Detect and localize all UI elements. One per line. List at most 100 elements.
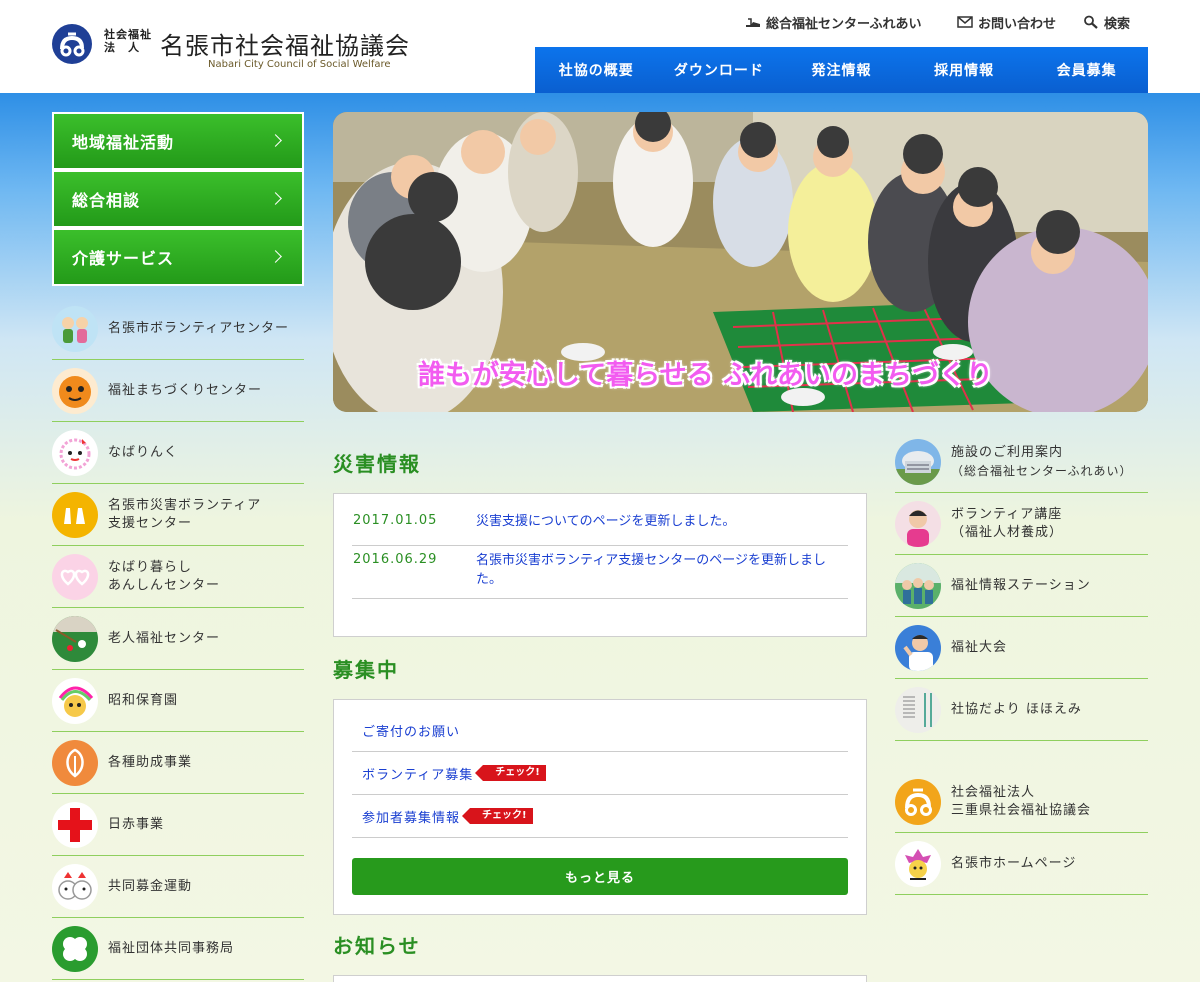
util-link-fureai-label: 総合福祉センターふれあい — [766, 16, 922, 32]
menu-consultation-label: 総合相談 — [72, 191, 141, 210]
left-link-label: 名張市ボランティアセンター — [108, 320, 289, 336]
council-logo-icon[interactable] — [52, 24, 92, 64]
right-link-welfare-convention[interactable]: 福祉大会 — [895, 617, 1148, 679]
nav-item-orders[interactable]: 発注情報 — [780, 47, 903, 93]
chevron-right-icon — [269, 134, 282, 147]
left-link-nabarink[interactable]: なばりんく — [52, 422, 304, 484]
chevron-right-icon — [269, 250, 282, 263]
mie-council-logo-icon — [895, 778, 941, 825]
recruit-link[interactable]: ボランティア募集 — [362, 764, 473, 783]
right-link-label-line2: 三重県社会福祉協議会 — [951, 802, 1092, 818]
city-mascot-icon — [895, 840, 941, 887]
nav-item-download[interactable]: ダウンロード — [658, 47, 781, 93]
util-link-contact-label: お問い合わせ — [978, 16, 1057, 32]
news-item[interactable]: 2016.06.29 名張市災害ボランティア支援センターのページを更新しました。 — [352, 546, 848, 599]
right-link-label-line1: 社会福祉法人 — [951, 784, 1036, 800]
right-link-info-station[interactable]: 福祉情報ステーション — [895, 555, 1148, 617]
left-link-label: 福祉団体共同事務局 — [108, 940, 235, 956]
recruit-item-donation[interactable]: ご寄付のお願い — [352, 709, 848, 752]
left-link-label-line2: あんしんセンター — [108, 577, 221, 593]
hero-caption: 誰もが安心して暮らせる ふれあいのまちづくり — [418, 360, 994, 391]
gloves-icon — [52, 491, 98, 538]
left-link-showa-nursery[interactable]: 昭和保育園 — [52, 670, 304, 732]
news-link[interactable]: 災害支援についてのページを更新しました。 — [476, 512, 846, 531]
speaker-photo-icon — [895, 624, 941, 671]
right-link-label: 福祉大会 — [951, 639, 1008, 655]
left-link-label: 共同募金運動 — [108, 878, 193, 894]
util-link-fureai[interactable]: 総合福祉センターふれあい — [745, 12, 921, 32]
billiards-icon — [52, 615, 98, 662]
menu-consultation[interactable]: 総合相談 — [52, 170, 304, 228]
left-link-label-line1: なばり暮らし — [108, 559, 193, 575]
sprout-icon — [52, 739, 98, 786]
recruit-section-title: 募集中 — [333, 658, 399, 682]
right-link-newsletter[interactable]: 社協だより ほほえみ — [895, 679, 1148, 741]
right-link-label: 社協だより ほほえみ — [951, 701, 1082, 717]
orange-mascot-icon — [52, 367, 98, 414]
recruit-item-volunteer[interactable]: ボランティア募集 チェック! — [352, 752, 848, 795]
util-link-contact[interactable]: お問い合わせ — [957, 12, 1056, 32]
more-button[interactable]: もっと見る — [352, 858, 848, 895]
group-photo-icon — [895, 562, 941, 609]
right-link-facility-guide[interactable]: 施設のご利用案内 （総合福祉センターふれあい） — [895, 431, 1148, 493]
nabarink-mascot-icon — [52, 429, 98, 476]
search-icon — [1083, 15, 1099, 29]
notice-section-title: お知らせ — [333, 934, 421, 958]
lecturer-photo-icon — [895, 500, 941, 547]
global-nav: 社協の概要 ダウンロード 発注情報 採用情報 会員募集 — [535, 47, 1148, 93]
left-link-label: 福祉まちづくりセンター — [108, 382, 263, 398]
shoe-icon — [745, 15, 761, 29]
util-link-search-label: 検索 — [1104, 16, 1131, 32]
right-link-volunteer-course[interactable]: ボランティア講座 （福祉人材養成） — [895, 493, 1148, 555]
left-link-label-line1: 名張市災害ボランティア — [108, 497, 262, 513]
left-link-volunteer-center[interactable]: 名張市ボランティアセンター — [52, 298, 304, 360]
corp-type-line1: 社会福祉 — [104, 28, 152, 41]
left-link-label: なばりんく — [108, 444, 179, 460]
right-link-label: 福祉情報ステーション — [951, 577, 1091, 593]
left-link-machizukuri-center[interactable]: 福祉まちづくりセンター — [52, 360, 304, 422]
corp-type-label: 社会福祉 法 人 — [104, 28, 152, 54]
recruit-link[interactable]: ご寄付のお願い — [362, 721, 460, 740]
left-link-label-line2: 支援センター — [108, 515, 193, 531]
nav-item-about[interactable]: 社協の概要 — [535, 47, 658, 93]
recruit-box: ご寄付のお願い ボランティア募集 チェック! 参加者募集情報 チェック! もっと… — [333, 699, 867, 915]
recruit-link[interactable]: 参加者募集情報 — [362, 807, 460, 826]
chevron-right-icon — [269, 192, 282, 205]
news-link[interactable]: 名張市災害ボランティア支援センターのページを更新しました。 — [476, 551, 846, 589]
news-item[interactable]: 2017.01.05 災害支援についてのページを更新しました。 — [352, 494, 848, 546]
nursery-mascot-icon — [52, 677, 98, 724]
menu-community-welfare-label: 地域福祉活動 — [72, 133, 175, 152]
nav-item-recruitment[interactable]: 採用情報 — [903, 47, 1026, 93]
site-title[interactable]: 名張市社会福祉協議会 — [160, 26, 410, 61]
site-title-en: Nabari City Council of Social Welfare — [208, 59, 391, 70]
building-icon — [895, 438, 941, 485]
check-badge: チェック! — [475, 765, 546, 781]
disaster-news-box: 2017.01.05 災害支援についてのページを更新しました。 2016.06.… — [333, 493, 867, 637]
left-link-label: なばり暮らし あんしんセンター — [108, 559, 220, 595]
left-link-grants[interactable]: 各種助成事業 — [52, 732, 304, 794]
util-link-search[interactable]: 検索 — [1083, 12, 1130, 32]
left-link-disaster-volunteer-center[interactable]: 名張市災害ボランティア 支援センター — [52, 484, 304, 546]
right-link-label-sub: （総合福祉センターふれあい） — [951, 463, 1133, 478]
news-date: 2016.06.29 — [353, 552, 438, 567]
site-header: 社会福祉 法 人 名張市社会福祉協議会 Nabari City Council … — [0, 0, 1200, 93]
left-link-red-cross[interactable]: 日赤事業 — [52, 794, 304, 856]
left-link-elderly-center[interactable]: 老人福祉センター — [52, 608, 304, 670]
menu-care-service[interactable]: 介護サービス — [52, 228, 304, 286]
hearts-icon — [52, 553, 98, 600]
left-link-community-chest[interactable]: 共同募金運動 — [52, 856, 304, 918]
right-link-nabari-city[interactable]: 名張市ホームページ — [895, 833, 1148, 895]
right-link-label: ボランティア講座 （福祉人材養成） — [951, 506, 1063, 542]
left-link-label: 日赤事業 — [108, 816, 165, 832]
hero-banner: 誰もが安心して暮らせる ふれあいのまちづくり — [333, 112, 1148, 412]
menu-community-welfare[interactable]: 地域福祉活動 — [52, 112, 304, 170]
right-link-label-line2: （福祉人材養成） — [951, 524, 1064, 540]
right-link-mie-council[interactable]: 社会福祉法人 三重県社会福祉協議会 — [895, 771, 1148, 833]
left-link-anshin-center[interactable]: なばり暮らし あんしんセンター — [52, 546, 304, 608]
right-link-label: 名張市ホームページ — [951, 855, 1077, 871]
nav-item-membership[interactable]: 会員募集 — [1025, 47, 1148, 93]
left-link-label: 昭和保育園 — [108, 692, 179, 708]
check-badge: チェック! — [462, 808, 533, 824]
recruit-item-participants[interactable]: 参加者募集情報 チェック! — [352, 795, 848, 838]
left-link-welfare-groups[interactable]: 福祉団体共同事務局 — [52, 918, 304, 980]
